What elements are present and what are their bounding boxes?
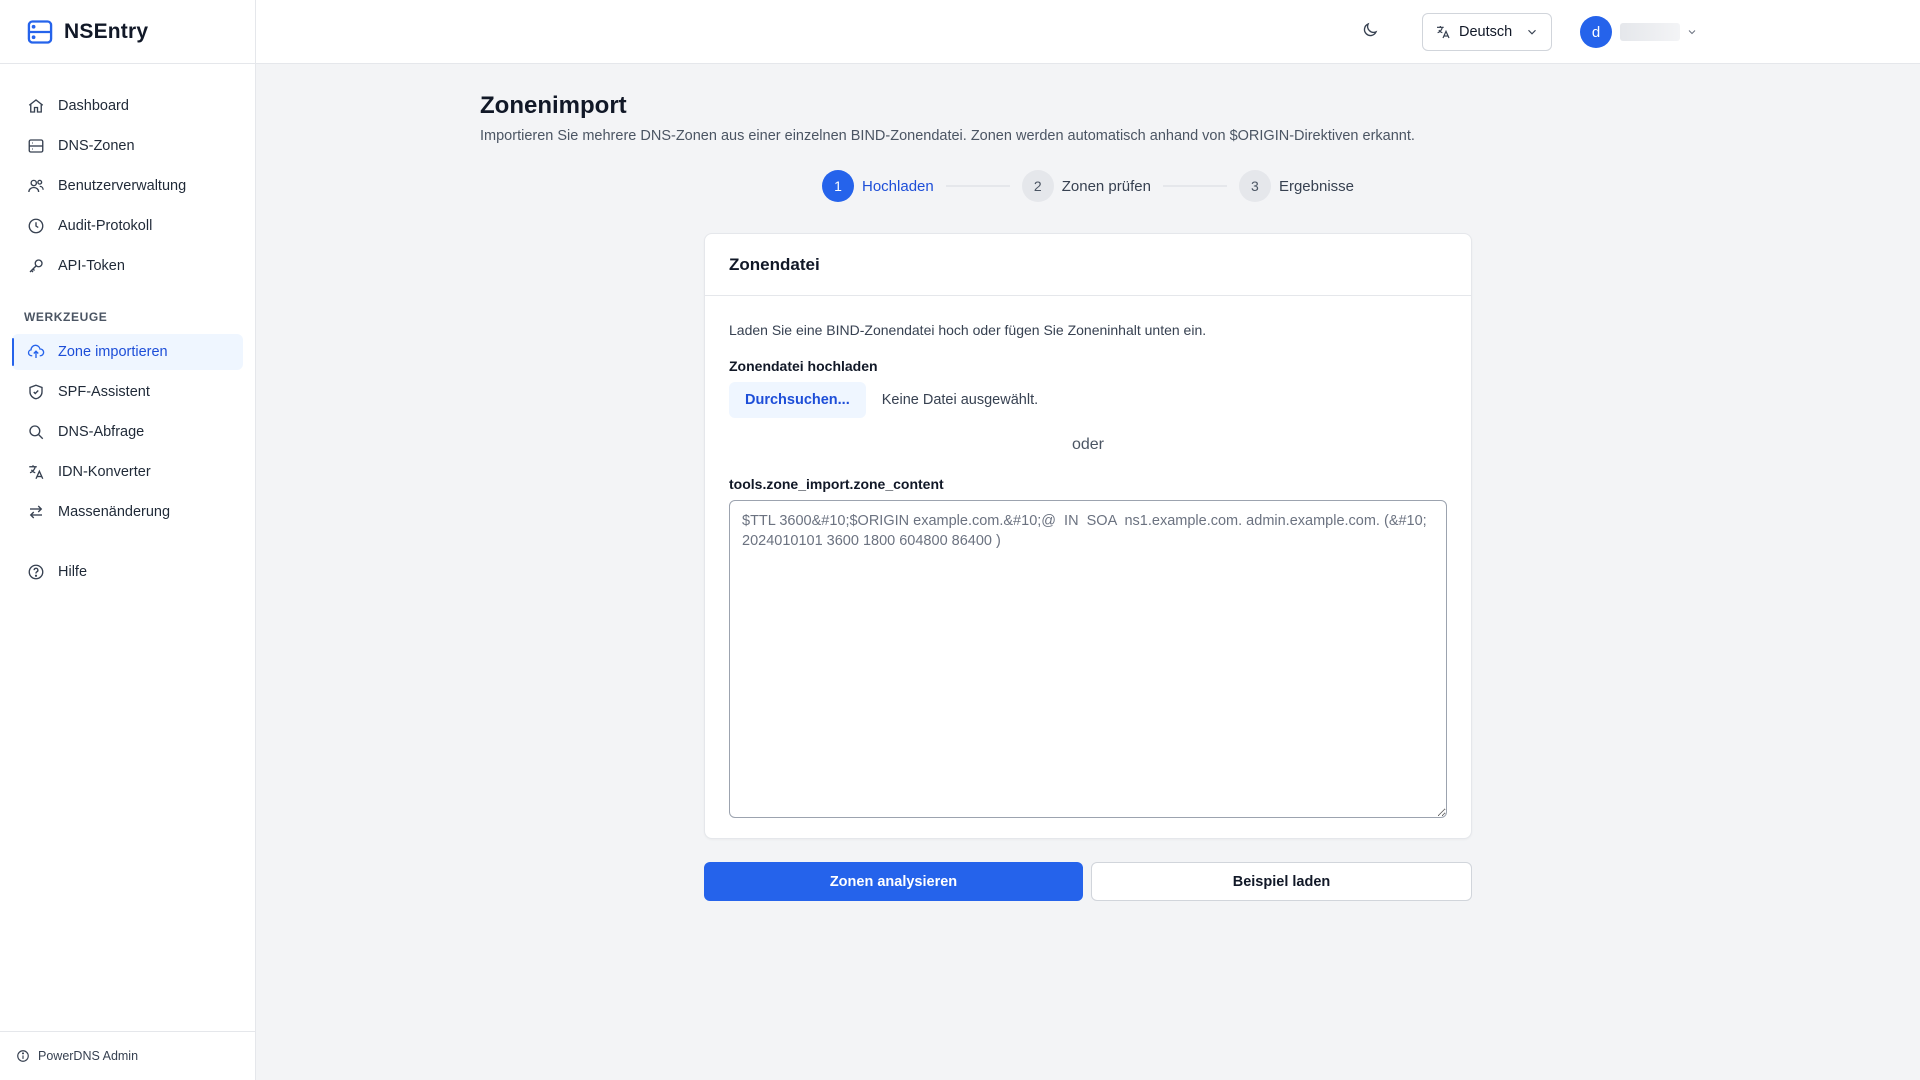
tools-section-label: WERKZEUGE: [24, 310, 108, 324]
app-name: NSEntry: [64, 19, 149, 43]
load-example-button[interactable]: Beispiel laden: [1091, 862, 1472, 901]
card-title: Zonendatei: [705, 234, 1471, 296]
server-stack-icon: [26, 18, 54, 46]
sidebar-item-dashboard[interactable]: Dashboard: [12, 88, 243, 124]
sidebar-item-zone-import[interactable]: Zone importieren: [12, 334, 243, 370]
zone-content-label: tools.zone_import.zone_content: [729, 476, 944, 492]
sidebar-item-label: Benutzerverwaltung: [58, 178, 187, 194]
card-body: Laden Sie eine BIND-Zonendatei hoch oder…: [705, 296, 1471, 823]
sidebar-item-bulk-change[interactable]: Massenänderung: [12, 494, 243, 530]
sidebar-item-help[interactable]: Hilfe: [12, 554, 243, 590]
sidebar-item-audit-log[interactable]: Audit-Protokoll: [12, 208, 243, 244]
key-icon: [26, 256, 46, 276]
chevron-down-icon: [1686, 26, 1698, 38]
language-selector[interactable]: Deutsch: [1422, 13, 1552, 51]
footer-label: PowerDNS Admin: [38, 1049, 139, 1063]
page-description: Importieren Sie mehrere DNS-Zonen aus ei…: [480, 128, 1415, 144]
step-number: 2: [1021, 170, 1054, 202]
sidebar-item-label: Dashboard: [58, 98, 129, 114]
step-label: Hochladen: [862, 177, 934, 195]
search-icon: [26, 422, 46, 442]
sidebar-item-label: Massenänderung: [58, 504, 171, 520]
user-name-redacted: [1620, 23, 1680, 41]
sidebar-item-label: API-Token: [58, 258, 125, 274]
step-number: 3: [1238, 170, 1271, 202]
step-connector: [1162, 185, 1227, 187]
topbar: Deutsch d: [256, 0, 1920, 64]
sidebar-item-label: Hilfe: [58, 564, 88, 580]
sidebar-item-idn-converter[interactable]: IDN-Konverter: [12, 454, 243, 490]
sidebar-item-spf-assistant[interactable]: SPF-Assistent: [12, 374, 243, 410]
sidebar: NSEntry Dashboard DNS-Zonen Benutzerverw…: [0, 0, 256, 1080]
cloud-upload-icon: [26, 342, 46, 362]
step-label: Ergebnisse: [1278, 177, 1354, 195]
moon-icon: [1361, 21, 1379, 44]
sidebar-item-label: IDN-Konverter: [58, 464, 151, 480]
users-icon: [26, 176, 46, 196]
file-input: Durchsuchen... Keine Datei ausgewählt.: [729, 382, 1447, 418]
sidebar-item-label: DNS-Abfrage: [58, 424, 145, 440]
step-results: 3 Ergebnisse: [1238, 170, 1354, 202]
zone-content-textarea[interactable]: [729, 500, 1447, 818]
sidebar-item-dns-zones[interactable]: DNS-Zonen: [12, 128, 243, 164]
sidebar-item-user-management[interactable]: Benutzerverwaltung: [12, 168, 243, 204]
sidebar-item-label: Audit-Protokoll: [58, 218, 153, 234]
file-status: Keine Datei ausgewählt.: [881, 392, 1039, 408]
server-icon: [26, 136, 46, 156]
step-review-zones: 2 Zonen prüfen: [1021, 170, 1151, 202]
shield-icon: [26, 382, 46, 402]
brand[interactable]: NSEntry: [0, 0, 255, 64]
upload-hint: Laden Sie eine BIND-Zonendatei hoch oder…: [729, 322, 1207, 338]
avatar: d: [1580, 16, 1612, 48]
home-icon: [26, 96, 46, 116]
sidebar-nav: Dashboard DNS-Zonen Benutzerverwaltung A…: [0, 64, 255, 590]
sidebar-item-label: Zone importieren: [58, 344, 168, 360]
import-stepper: 1 Hochladen 2 Zonen prüfen 3 Ergebnisse: [822, 170, 1354, 202]
or-divider: oder: [1071, 436, 1105, 453]
theme-toggle-button[interactable]: [1356, 18, 1384, 46]
arrows-swap-icon: [26, 502, 46, 522]
sidebar-item-label: SPF-Assistent: [58, 384, 150, 400]
sidebar-footer: PowerDNS Admin: [0, 1031, 256, 1080]
step-upload: 1 Hochladen: [822, 170, 934, 202]
step-connector: [945, 185, 1010, 187]
question-circle-icon: [26, 562, 46, 582]
step-label: Zonen prüfen: [1061, 177, 1151, 195]
language-label: Deutsch: [1459, 24, 1513, 40]
sidebar-item-api-token[interactable]: API-Token: [12, 248, 243, 284]
upload-label: Zonendatei hochladen: [729, 358, 878, 374]
language-icon: [1435, 24, 1451, 40]
info-icon: [16, 1049, 30, 1063]
sidebar-item-dns-lookup[interactable]: DNS-Abfrage: [12, 414, 243, 450]
page-title: Zonenimport: [480, 92, 627, 119]
clock-icon: [26, 216, 46, 236]
chevron-down-icon: [1525, 25, 1539, 39]
sidebar-item-label: DNS-Zonen: [58, 138, 135, 154]
zone-file-card: Zonendatei Laden Sie eine BIND-Zonendate…: [704, 233, 1472, 839]
language-icon: [26, 462, 46, 482]
analyze-zones-button[interactable]: Zonen analysieren: [704, 862, 1083, 901]
step-number: 1: [822, 170, 854, 202]
browse-button[interactable]: Durchsuchen...: [729, 382, 866, 418]
user-menu[interactable]: d: [1580, 16, 1698, 48]
